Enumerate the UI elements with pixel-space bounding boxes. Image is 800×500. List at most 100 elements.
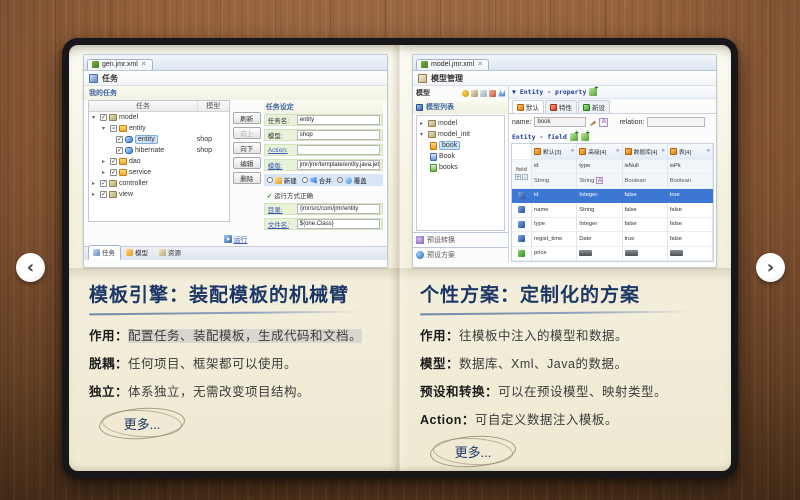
cell[interactable] (667, 246, 713, 261)
chevrons-icon[interactable]: » (707, 148, 710, 154)
twistie-icon[interactable]: ▸ (102, 158, 108, 165)
more-button[interactable]: 更多... (105, 410, 179, 437)
tree-row-selected[interactable]: entity shop (89, 134, 229, 145)
tab-new[interactable]: 新设 (578, 100, 610, 113)
tab-resource[interactable]: 资源 (154, 245, 187, 260)
letter-a-icon[interactable]: A (599, 117, 609, 127)
cell[interactable]: price (532, 246, 578, 261)
twistie-icon[interactable]: ▸ (92, 191, 98, 198)
directory-input[interactable]: /jmr/src/com/jmr/entity (296, 204, 380, 214)
more-button[interactable]: 更多... (436, 438, 510, 465)
tab-default[interactable]: 默认 (512, 100, 544, 113)
action-input[interactable] (296, 145, 380, 155)
row-icon-cell[interactable] (512, 188, 532, 203)
tree-row[interactable]: ▸dao (89, 156, 229, 167)
template-link[interactable]: 模版: (265, 160, 297, 170)
chevrons-icon[interactable]: » (661, 148, 664, 154)
filename-input[interactable]: ${one.Class} (296, 219, 380, 229)
cell[interactable]: false (667, 217, 713, 232)
tree-row[interactable]: ▾model (89, 112, 229, 123)
column-group[interactable]: 数据库[4]» (622, 144, 668, 160)
twistie-icon[interactable]: ▸ (92, 180, 98, 187)
twistie-icon[interactable]: ▾ (420, 131, 426, 138)
tree-row[interactable]: books (417, 162, 504, 173)
model-input[interactable]: shop (296, 130, 380, 140)
cell[interactable]: false (622, 203, 668, 218)
expand-icon[interactable] (480, 89, 487, 97)
column-group[interactable]: 表[4]» (667, 144, 713, 160)
cell[interactable]: type (532, 217, 578, 232)
add-row-icon[interactable]: + (515, 174, 521, 181)
cell[interactable]: false (667, 203, 713, 218)
filename-link[interactable]: 文件名: (265, 219, 297, 229)
move-down-button[interactable]: 向下 (232, 142, 261, 154)
add-property-icon[interactable] (589, 86, 598, 96)
tree-row[interactable]: ▸view (89, 189, 229, 200)
cell[interactable]: false (667, 232, 713, 247)
carousel-next-button[interactable]: › (756, 253, 785, 282)
row-icon-cell[interactable] (512, 246, 532, 261)
tree-row[interactable]: hibernate shop (89, 145, 229, 156)
cell[interactable]: name (532, 203, 578, 218)
column-header[interactable]: isPk (667, 159, 713, 174)
cell[interactable]: Date (577, 232, 623, 247)
tree-row[interactable]: ▾ model_init (417, 129, 504, 140)
delete-icon[interactable] (489, 89, 496, 97)
add-field-icon[interactable] (580, 130, 590, 141)
cell[interactable]: id (532, 188, 578, 203)
refresh-button[interactable]: 刷新 (232, 112, 261, 124)
collapse-icon[interactable] (471, 89, 478, 97)
run-link[interactable]: 运行 (234, 237, 248, 244)
tree-row[interactable]: ▸controller (89, 178, 229, 189)
cell[interactable]: Integer (577, 217, 623, 232)
preset-plan-item[interactable]: 预设方案 (413, 247, 508, 262)
name-input[interactable]: book (534, 117, 587, 127)
value-badge[interactable] (624, 250, 638, 257)
checkbox-checked[interactable] (116, 147, 123, 154)
chevrons-icon[interactable]: » (571, 148, 574, 154)
twistie-icon[interactable]: ▸ (102, 169, 108, 176)
tree-row[interactable]: ▸ model (417, 118, 504, 129)
sync-icon[interactable] (462, 89, 469, 97)
checkbox-checked[interactable] (116, 136, 123, 143)
task-name-input[interactable]: entity (296, 115, 380, 125)
add-field-icon[interactable] (569, 130, 579, 141)
radio-new[interactable]: 新建 (266, 175, 297, 185)
cell[interactable]: true (622, 232, 668, 247)
delete-button[interactable]: 删除 (232, 172, 261, 184)
tree-row-selected[interactable]: book (417, 140, 504, 151)
cell[interactable] (577, 246, 623, 261)
column-header[interactable]: type (577, 159, 623, 174)
radio-merge[interactable]: 合并 (301, 175, 332, 185)
close-icon[interactable]: ✕ (141, 61, 147, 68)
cell[interactable]: false (622, 188, 668, 203)
tree-row[interactable]: Book (417, 151, 504, 162)
sort-icon[interactable] (498, 89, 505, 97)
radio-overwrite[interactable]: 覆盖 (336, 175, 367, 185)
tab-model-jmr-xml[interactable]: model.jmr.xml ✕ (416, 59, 490, 70)
checkbox-partial[interactable] (110, 125, 117, 132)
edit-button[interactable]: 编辑 (232, 157, 261, 169)
close-icon[interactable]: ✕ (477, 61, 483, 68)
directory-link[interactable]: 目录: (265, 204, 297, 214)
checkbox-checked[interactable] (110, 169, 117, 176)
carousel-prev-button[interactable]: ‹ (16, 253, 45, 282)
tab-feature[interactable]: 特性 (545, 100, 577, 113)
value-badge[interactable] (579, 250, 593, 257)
column-header[interactable]: id (532, 159, 578, 174)
move-up-button[interactable]: 向上 (232, 127, 261, 139)
row-icon-cell[interactable] (512, 217, 532, 232)
value-badge[interactable] (669, 250, 683, 257)
letter-a-icon[interactable]: A (596, 177, 604, 185)
twistie-icon[interactable]: ▸ (420, 120, 426, 127)
column-header[interactable]: isNull (622, 159, 668, 174)
checkbox-checked[interactable] (100, 191, 107, 198)
chevrons-icon[interactable]: » (616, 148, 619, 154)
cell[interactable]: Integer (577, 188, 623, 203)
twistie-icon[interactable]: ▾ (92, 114, 98, 121)
checkbox-checked[interactable] (100, 114, 107, 121)
row-icon-cell[interactable] (512, 203, 532, 218)
pencil-icon[interactable] (589, 120, 597, 126)
twistie-icon[interactable]: ▾ (102, 125, 108, 132)
preset-convert-item[interactable]: 预设转换 (413, 232, 508, 247)
